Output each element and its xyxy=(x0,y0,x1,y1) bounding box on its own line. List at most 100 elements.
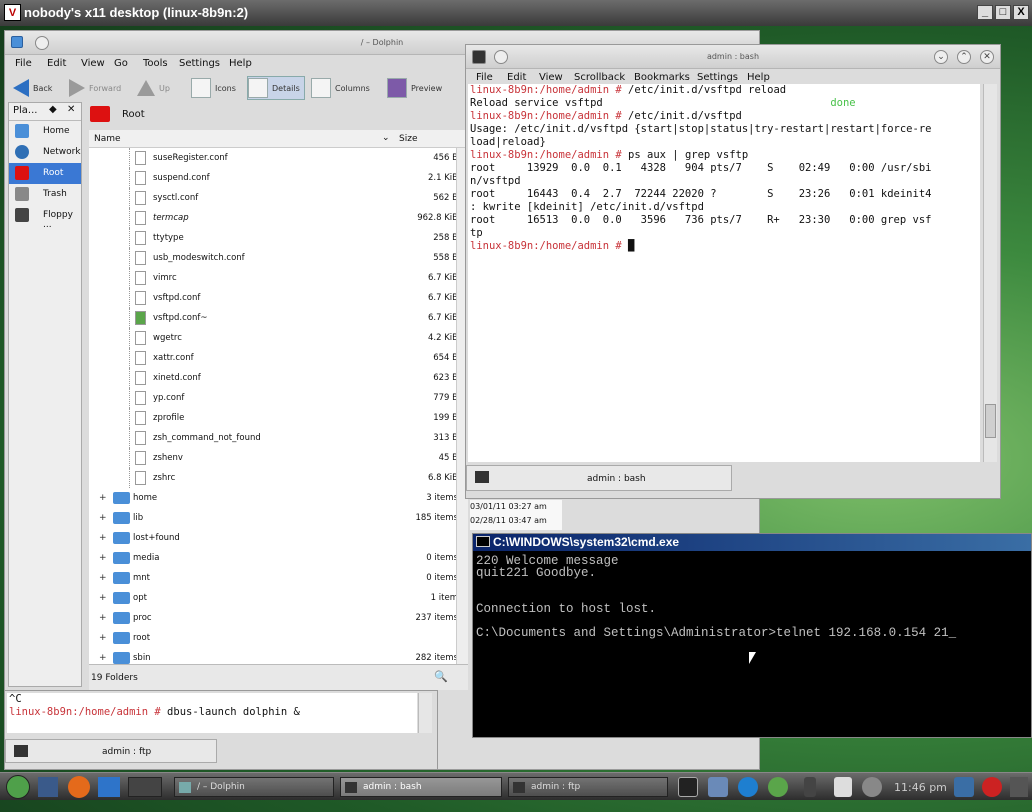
location-breadcrumb[interactable]: Root xyxy=(122,109,145,120)
network-tray-icon[interactable] xyxy=(708,777,728,797)
konsole-tab[interactable]: admin : bash xyxy=(466,465,732,491)
menu-file[interactable]: File xyxy=(476,72,493,83)
menu-edit[interactable]: Edit xyxy=(507,72,526,83)
close-button[interactable]: X xyxy=(1013,5,1029,20)
minimize-button[interactable]: _ xyxy=(977,5,993,20)
panel-toolbox-icon[interactable] xyxy=(1010,777,1028,797)
file-row[interactable]: sysctl.conf 562 B xyxy=(89,188,468,208)
places-settings-icon[interactable]: ◆ xyxy=(49,104,57,115)
file-row[interactable]: vimrc 6.7 KiB xyxy=(89,268,468,288)
folder-row[interactable]: + lost+found xyxy=(89,528,468,548)
menu-settings[interactable]: Settings xyxy=(697,72,738,83)
folder-row[interactable]: + opt 1 item xyxy=(89,588,468,608)
menu-go[interactable]: Go xyxy=(114,58,128,69)
volume-tray-icon[interactable] xyxy=(804,777,816,797)
file-row[interactable]: zprofile 199 B xyxy=(89,408,468,428)
sort-chevron-icon[interactable]: ⌄ xyxy=(382,133,390,143)
places-item-floppy[interactable]: Floppy ... xyxy=(9,205,81,230)
forward-button[interactable]: Forward xyxy=(69,76,121,100)
ftp-terminal-scrollbar[interactable] xyxy=(418,693,432,733)
pager-icon[interactable] xyxy=(128,777,162,797)
folder-row[interactable]: + proc 237 items xyxy=(89,608,468,628)
expand-icon[interactable]: + xyxy=(99,553,107,563)
konsole-tab[interactable]: admin : ftp xyxy=(5,739,217,763)
menu-view[interactable]: View xyxy=(539,72,563,83)
places-item-trash[interactable]: Trash xyxy=(9,184,81,205)
konsole-scrollbar[interactable] xyxy=(983,84,997,462)
cmd-title-bar[interactable]: C:\WINDOWS\system32\cmd.exe xyxy=(473,534,1031,551)
zoom-icon[interactable]: 🔍 xyxy=(434,670,448,683)
menu-tools[interactable]: Tools xyxy=(143,58,168,69)
expand-icon[interactable]: + xyxy=(99,573,107,583)
menu-settings[interactable]: Settings xyxy=(179,58,220,69)
file-row[interactable]: suspend.conf 2.1 KiB xyxy=(89,168,468,188)
scrollbar-handle[interactable] xyxy=(985,404,996,438)
file-row[interactable]: vsftpd.conf 6.7 KiB xyxy=(89,288,468,308)
firefox-icon[interactable] xyxy=(68,776,90,798)
folder-row[interactable]: + home 3 items xyxy=(89,488,468,508)
file-row[interactable]: ttytype 258 B xyxy=(89,228,468,248)
menu-help[interactable]: Help xyxy=(747,72,770,83)
folder-row[interactable]: + lib 185 items xyxy=(89,508,468,528)
name-column-header[interactable]: Name xyxy=(94,134,121,144)
file-row[interactable]: usb_modeswitch.conf 558 B xyxy=(89,248,468,268)
file-row[interactable]: zshenv 45 B xyxy=(89,448,468,468)
columns-view-button[interactable]: Columns xyxy=(311,76,370,100)
logout-icon[interactable] xyxy=(982,777,1002,797)
file-row[interactable]: vsftpd.conf~ 6.7 KiB xyxy=(89,308,468,328)
konsole-close-icon[interactable]: ✕ xyxy=(980,50,994,64)
back-button[interactable]: Back xyxy=(13,76,52,100)
task-ftp[interactable]: admin : ftp xyxy=(508,777,668,797)
menu-bookmarks[interactable]: Bookmarks xyxy=(634,72,690,83)
file-row[interactable]: termcap 962.8 KiB xyxy=(89,208,468,228)
menu-view[interactable]: View xyxy=(81,58,105,69)
ftp-terminal-output[interactable]: ^C linux-8b9n:/home/admin # dbus-launch d… xyxy=(7,693,417,733)
menu-edit[interactable]: Edit xyxy=(47,58,66,69)
file-row[interactable]: xinetd.conf 623 B xyxy=(89,368,468,388)
konsole-maximize-icon[interactable]: ⌃ xyxy=(957,50,971,64)
expand-icon[interactable]: + xyxy=(99,613,107,623)
menu-scrollback[interactable]: Scrollback xyxy=(574,72,625,83)
expand-icon[interactable]: + xyxy=(99,633,107,643)
clock[interactable]: 11:46 pm xyxy=(894,781,947,794)
expand-icon[interactable]: + xyxy=(99,593,107,603)
kickoff-menu-icon[interactable] xyxy=(6,775,30,799)
menu-file[interactable]: File xyxy=(15,58,32,69)
file-row[interactable]: suseRegister.conf 456 B xyxy=(89,148,468,168)
cmd-console-output[interactable]: 220 Welcome message quit221 Goodbye. Conne… xyxy=(473,551,1031,643)
clipboard-tray-icon[interactable] xyxy=(834,777,852,797)
folder-row[interactable]: + sbin 282 items xyxy=(89,648,468,664)
file-row[interactable]: yp.conf 779 B xyxy=(89,388,468,408)
places-item-network[interactable]: Network xyxy=(9,142,81,163)
details-view-button[interactable]: Details xyxy=(247,76,305,100)
folder-row[interactable]: + mnt 0 items xyxy=(89,568,468,588)
konsole-terminal-output[interactable]: linux-8b9n:/home/admin # /etc/init.d/vsf… xyxy=(468,84,980,462)
info-tray-icon[interactable] xyxy=(862,777,882,797)
places-item-home[interactable]: Home xyxy=(9,121,81,142)
terminal-tray-icon[interactable] xyxy=(678,777,698,797)
up-button[interactable]: Up xyxy=(137,76,170,100)
preview-button[interactable]: Preview xyxy=(387,76,442,100)
update-tray-icon[interactable] xyxy=(738,777,758,797)
file-manager-icon[interactable] xyxy=(98,777,120,797)
file-row[interactable]: wgetrc 4.2 KiB xyxy=(89,328,468,348)
expand-icon[interactable]: + xyxy=(99,513,107,523)
size-column-header[interactable]: Size xyxy=(399,134,417,144)
file-row[interactable]: zshrc 6.8 KiB xyxy=(89,468,468,488)
expand-icon[interactable]: + xyxy=(99,493,107,503)
folder-row[interactable]: + media 0 items xyxy=(89,548,468,568)
task-dolphin[interactable]: / – Dolphin xyxy=(174,777,334,797)
expand-icon[interactable]: + xyxy=(99,653,107,663)
places-item-root[interactable]: Root xyxy=(9,163,81,184)
places-close-icon[interactable]: ✕ xyxy=(67,104,75,115)
konsole-title-bar[interactable]: admin : bash ⌄ ⌃ ✕ xyxy=(466,45,1000,69)
icons-view-button[interactable]: Icons xyxy=(191,76,236,100)
task-bash[interactable]: admin : bash xyxy=(340,777,502,797)
folder-row[interactable]: + root xyxy=(89,628,468,648)
file-row[interactable]: xattr.conf 654 B xyxy=(89,348,468,368)
file-row[interactable]: zsh_command_not_found 313 B xyxy=(89,428,468,448)
suse-tray-icon[interactable] xyxy=(768,777,788,797)
maximize-button[interactable]: □ xyxy=(995,5,1011,20)
expand-icon[interactable]: + xyxy=(99,533,107,543)
desktop-icon[interactable] xyxy=(38,777,58,797)
